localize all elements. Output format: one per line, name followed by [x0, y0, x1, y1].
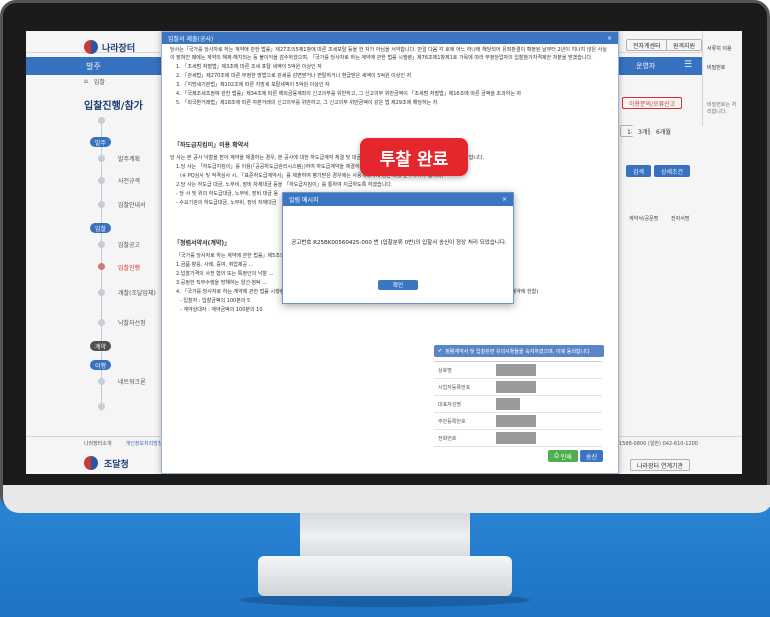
- monitor-stand-base: [258, 556, 512, 596]
- integrity-section-title: 「청렴서약서(계약)」: [174, 240, 231, 247]
- bid-complete-badge: 투찰 완료: [360, 138, 468, 176]
- pledge-item: 1. 「조세범 처벌법」제3조에 따른 조세 포탈 세액이 5억원 이상인 자: [176, 64, 322, 70]
- form-row: 대표자성명: [434, 396, 602, 413]
- dialog-close-icon[interactable]: ×: [607, 35, 612, 42]
- alert-message: 공고번호 R25BK00560425-000 번 (입찰분류 0번)의 입찰서 …: [291, 240, 507, 246]
- phone-field[interactable]: [496, 432, 536, 444]
- form-row: 사업자등록번호: [434, 379, 602, 396]
- alert-close-icon[interactable]: ×: [502, 196, 507, 203]
- form-row: 전화번호: [434, 430, 602, 447]
- form-label: 전화번호: [438, 435, 457, 442]
- pledge-item: 5. 「외국환거래법」제18조에 따른 자본거래의 신고의무를 위반하고, 그 …: [176, 100, 438, 106]
- form-row: 상호명: [434, 362, 602, 379]
- alert-header: 알림 메시지 ×: [283, 193, 513, 206]
- dialog-pledge-text: 당사는「국가를 당사자로 하는 계약에 관한 법률」제27조의5제1항에 따른 …: [170, 46, 610, 108]
- print-icon: ⎙: [554, 452, 561, 459]
- integrity-line: - 계약상대자 : 계약금액의 100분의 10: [180, 307, 263, 313]
- print-label: 인쇄: [560, 453, 572, 461]
- ceo-name-field[interactable]: [496, 398, 520, 410]
- print-button[interactable]: ⎙ 인쇄: [548, 450, 578, 462]
- form-label: 사업자등록번호: [438, 384, 471, 391]
- resident-number-field[interactable]: [496, 415, 536, 427]
- send-button[interactable]: 송신: [580, 450, 604, 462]
- alert-dialog: 알림 메시지 × 공고번호 R25BK00560425-000 번 (입찰분류 …: [282, 192, 514, 304]
- check-icon: ✔: [438, 348, 443, 354]
- subcontract-line: 2.당 사는 하도급 대금, 노무비, 장비 자재대금 등을 「하도급지킴이」를…: [176, 182, 393, 188]
- form-label: 상호명: [438, 367, 452, 374]
- agree-checkbox[interactable]: ✔ 청렴계약서 및 입찰관련 유의사항들을 숙지하였으며, 이에 동의합니다.: [434, 345, 604, 357]
- company-name-field[interactable]: [496, 364, 536, 376]
- pledge-item: 3. 「지방세기본법」제102조에 따른 지방세 포탈세액이 5억원 이상인 자: [176, 82, 330, 88]
- pledge-item: 2. 「관세법」제270조에 따른 부정한 방법으로 관세를 감면받거나 면탈하…: [176, 73, 412, 79]
- monitor-chin: [3, 485, 770, 513]
- dialog-header: 입찰서 제출(공사) ×: [162, 32, 618, 44]
- bidder-info-table: 상호명 사업자등록번호 대표자성명 주민등록번호 전화번호: [434, 361, 602, 447]
- dialog-title: 입찰서 제출(공사): [168, 35, 214, 43]
- alert-ok-button[interactable]: 확인: [378, 280, 418, 290]
- monitor-mockup: 나라장터 전자계센터 원격지원 발주 운영자 ☰ ⌂ 입찰 입찰진행/참가 발주…: [0, 0, 770, 617]
- alert-title: 알림 메시지: [289, 197, 319, 204]
- form-row: 주민등록번호: [434, 413, 602, 430]
- pledge-item: 4. 「국제조세조정에 관한 법률」제34조에 따른 해외금융계좌의 신고의무를…: [176, 91, 522, 97]
- screen: 나라장터 전자계센터 원격지원 발주 운영자 ☰ ⌂ 입찰 입찰진행/참가 발주…: [26, 31, 742, 474]
- pledge-paragraph: 당사는「국가를 당사자로 하는 계약에 관한 법률」제27조의5제1항에 따른 …: [170, 47, 607, 61]
- form-label: 대표자성명: [438, 401, 462, 408]
- agree-label: 청렴계약서 및 입찰관련 유의사항들을 숙지하였으며, 이에 동의합니다.: [445, 348, 592, 355]
- business-number-field[interactable]: [496, 381, 536, 393]
- form-label: 주민등록번호: [438, 418, 466, 425]
- subcontract-section-title: 「하도급지킴이」이용 확약서: [174, 142, 249, 149]
